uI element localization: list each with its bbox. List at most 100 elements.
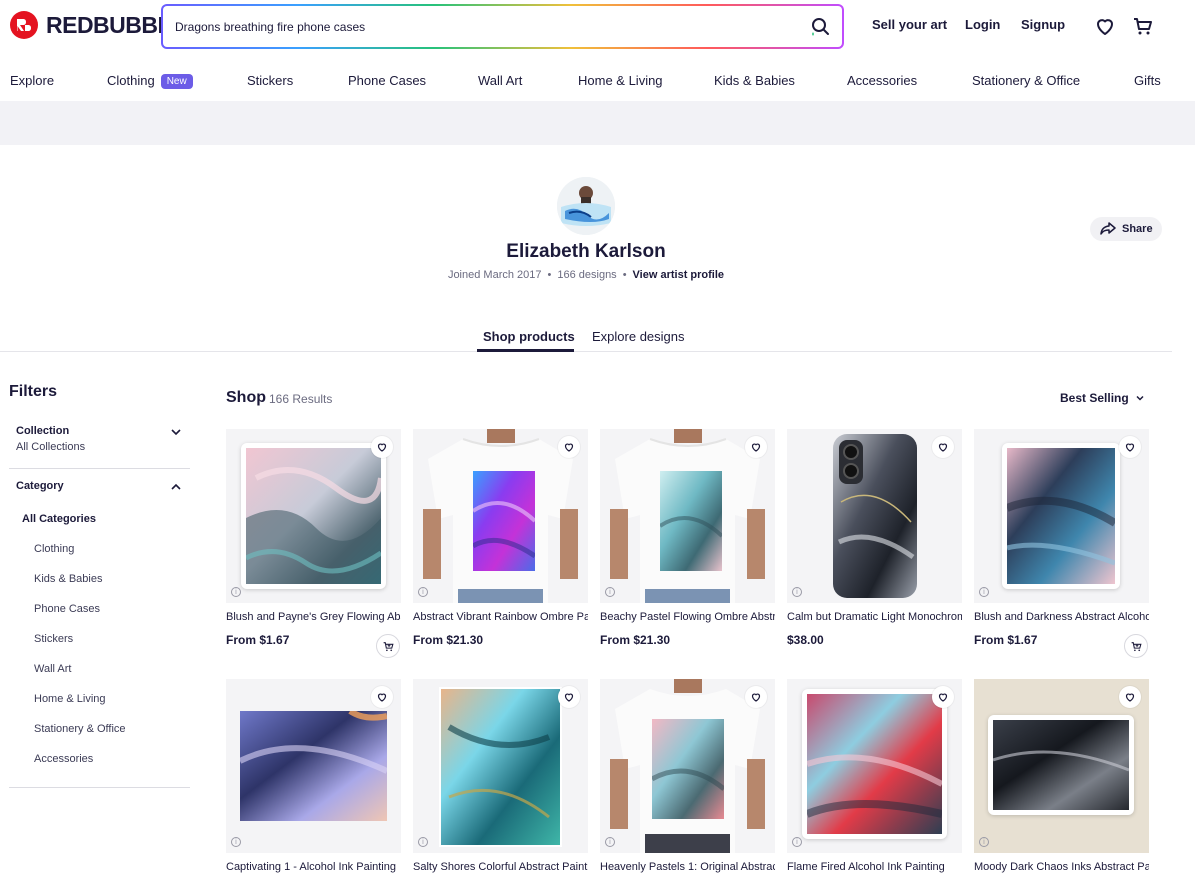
favorite-button[interactable] (745, 436, 767, 458)
product-image[interactable]: i (787, 429, 962, 603)
product-image[interactable]: i (226, 679, 401, 853)
product-card[interactable]: i Flame Fired Alcohol Ink Painting (787, 679, 962, 873)
category-all[interactable]: All Categories (22, 513, 96, 525)
product-title[interactable]: Moody Dark Chaos Inks Abstract Painting (974, 861, 1149, 873)
product-title[interactable]: Blush and Payne's Grey Flowing Abstract … (226, 611, 401, 623)
heart-icon (938, 443, 948, 452)
product-title[interactable]: Salty Shores Colorful Abstract Painting (413, 861, 588, 873)
product-card[interactable]: i Salty Shores Colorful Abstract Paintin… (413, 679, 588, 873)
heart-icon (751, 693, 761, 702)
product-image[interactable]: i (600, 429, 775, 603)
sell-your-art-link[interactable]: Sell your art (872, 17, 947, 32)
nav-wall-art[interactable]: Wall Art (478, 73, 522, 88)
category-item-stationery-office[interactable]: Stationery & Office (34, 723, 126, 735)
product-card[interactable]: i Heavenly Pastels 1: Original Abstract … (600, 679, 775, 873)
product-image[interactable]: i (974, 429, 1149, 603)
product-card[interactable]: i Captivating 1 - Alcohol Ink Painting (226, 679, 401, 873)
info-icon[interactable]: i (979, 837, 989, 847)
share-button[interactable]: Share (1090, 217, 1162, 241)
nav-phone-cases[interactable]: Phone Cases (348, 73, 426, 88)
category-item-wall-art[interactable]: Wall Art (34, 663, 72, 675)
favorite-button[interactable] (558, 436, 580, 458)
product-card[interactable]: i Blush and Darkness Abstract Alcohol In… (974, 429, 1149, 658)
info-icon[interactable]: i (792, 837, 802, 847)
new-badge: New (160, 74, 193, 89)
favorite-button[interactable] (745, 686, 767, 708)
nav-clothing[interactable]: Clothing New (107, 73, 193, 89)
profile-tabs: Shop products Explore designs (0, 320, 1172, 352)
nav-gifts[interactable]: Gifts (1134, 73, 1161, 88)
sort-value: Best Selling (1060, 391, 1129, 405)
product-card[interactable]: i Calm but Dramatic Light Monochromatic … (787, 429, 962, 647)
category-item-accessories[interactable]: Accessories (34, 753, 93, 765)
category-item-clothing[interactable]: Clothing (34, 543, 74, 555)
add-to-cart-button[interactable] (1124, 634, 1148, 658)
product-title[interactable]: Heavenly Pastels 1: Original Abstract In… (600, 861, 775, 873)
product-title[interactable]: Calm but Dramatic Light Monochromatic Ab… (787, 611, 962, 623)
category-filter[interactable]: Category (16, 480, 64, 492)
tab-explore-designs[interactable]: Explore designs (592, 329, 685, 344)
product-title[interactable]: Flame Fired Alcohol Ink Painting (787, 861, 962, 873)
cart-icon (383, 641, 394, 651)
nav-accessories[interactable]: Accessories (847, 73, 917, 88)
product-title[interactable]: Blush and Darkness Abstract Alcohol Ink … (974, 611, 1149, 623)
info-icon[interactable]: i (231, 837, 241, 847)
favorite-button[interactable] (1119, 686, 1141, 708)
info-icon[interactable]: i (418, 587, 428, 597)
info-icon[interactable]: i (418, 837, 428, 847)
product-price: From $21.30 (413, 633, 484, 647)
cart-button[interactable] (1131, 14, 1155, 38)
favorite-button[interactable] (558, 686, 580, 708)
search-bar (161, 4, 844, 49)
nav-explore[interactable]: Explore (10, 73, 54, 88)
redbubble-logo-icon (10, 11, 38, 39)
nav-stickers[interactable]: Stickers (247, 73, 293, 88)
product-image[interactable]: i (226, 429, 401, 603)
favorite-button[interactable] (932, 686, 954, 708)
product-card[interactable]: i Beachy Pastel Flowing Ombre Abstract P… (600, 429, 775, 647)
product-image[interactable]: i (413, 429, 588, 603)
category-item-home-living[interactable]: Home & Living (34, 693, 106, 705)
artist-avatar[interactable] (557, 177, 615, 235)
product-image[interactable]: i (413, 679, 588, 853)
favorite-button[interactable] (371, 686, 393, 708)
wishlist-button[interactable] (1093, 14, 1117, 38)
product-image[interactable]: i (600, 679, 775, 853)
redbubble-logo[interactable]: REDBUBBLE (10, 11, 186, 39)
search-button[interactable] (808, 15, 832, 39)
favorite-button[interactable] (932, 436, 954, 458)
product-image[interactable]: i (974, 679, 1149, 853)
view-artist-profile-link[interactable]: View artist profile (633, 269, 725, 281)
collection-filter[interactable]: Collection All Collections (16, 425, 85, 453)
chevron-up-icon[interactable] (170, 481, 182, 493)
search-input[interactable] (175, 18, 795, 36)
active-tab-indicator (477, 349, 574, 352)
product-title[interactable]: Beachy Pastel Flowing Ombre Abstract Pai… (600, 611, 775, 623)
product-card[interactable]: i Moody Dark Chaos Inks Abstract Paintin… (974, 679, 1149, 873)
info-icon[interactable]: i (605, 587, 615, 597)
sort-dropdown[interactable]: Best Selling (1060, 391, 1145, 405)
category-item-kids-babies[interactable]: Kids & Babies (34, 573, 102, 585)
info-icon[interactable]: i (231, 587, 241, 597)
add-to-cart-button[interactable] (376, 634, 400, 658)
nav-stationery-office[interactable]: Stationery & Office (972, 73, 1080, 88)
product-title[interactable]: Captivating 1 - Alcohol Ink Painting (226, 861, 401, 873)
product-price: From $21.30 (600, 633, 671, 647)
nav-kids-babies[interactable]: Kids & Babies (714, 73, 795, 88)
product-card[interactable]: i Abstract Vibrant Rainbow Ombre Paintin… (413, 429, 588, 647)
login-link[interactable]: Login (965, 17, 1000, 32)
info-icon[interactable]: i (605, 837, 615, 847)
favorite-button[interactable] (371, 436, 393, 458)
favorite-button[interactable] (1119, 436, 1141, 458)
category-item-stickers[interactable]: Stickers (34, 633, 73, 645)
tab-shop-products[interactable]: Shop products (483, 329, 575, 344)
chevron-down-icon[interactable] (170, 426, 182, 438)
nav-home-living[interactable]: Home & Living (578, 73, 663, 88)
signup-link[interactable]: Signup (1021, 17, 1065, 32)
product-image[interactable]: i (787, 679, 962, 853)
product-title[interactable]: Abstract Vibrant Rainbow Ombre Painting (413, 611, 588, 623)
category-item-phone-cases[interactable]: Phone Cases (34, 603, 100, 615)
info-icon[interactable]: i (792, 587, 802, 597)
info-icon[interactable]: i (979, 587, 989, 597)
product-card[interactable]: i Blush and Payne's Grey Flowing Abstrac… (226, 429, 401, 658)
